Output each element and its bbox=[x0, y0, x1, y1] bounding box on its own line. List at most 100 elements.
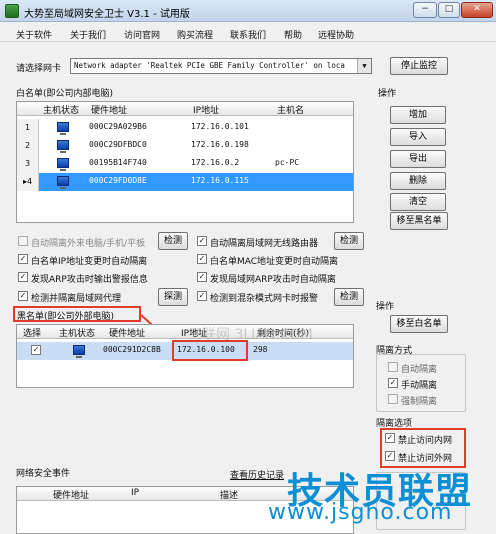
menu-about-software[interactable]: 关于软件 bbox=[16, 28, 52, 41]
col-host-status[interactable]: 主机状态 bbox=[59, 326, 95, 339]
computer-icon bbox=[57, 140, 69, 153]
ops-title: 操作 bbox=[378, 89, 397, 99]
row-number: 3 bbox=[17, 155, 39, 173]
row-ip: 172.16.0.198 bbox=[191, 140, 249, 149]
menu-about-us[interactable]: 关于我们 bbox=[70, 28, 106, 41]
blacklist-title: 黑名单(即公司外部电脑) bbox=[17, 312, 115, 322]
site-url-watermark: www.jsgho.com bbox=[268, 500, 453, 525]
app-icon bbox=[5, 4, 19, 18]
adapter-label: 请选择网卡 bbox=[16, 64, 62, 74]
menu-help[interactable]: 帮助 bbox=[284, 28, 302, 41]
computer-icon bbox=[57, 122, 69, 135]
option-label: 检测并隔离局域网代理 bbox=[31, 294, 122, 304]
col-select[interactable]: 选择 bbox=[23, 326, 41, 339]
option-label: 检测到混杂模式网卡时报警 bbox=[210, 294, 319, 304]
col-description[interactable]: 描述 bbox=[220, 488, 238, 501]
row-mac: 000C291D2C8B bbox=[103, 345, 161, 354]
row-number: 1 bbox=[17, 119, 39, 137]
whitelist-title: 白名单(即公司内部电脑) bbox=[16, 89, 114, 99]
row-mac: 00195B14F740 bbox=[89, 158, 147, 167]
delete-button[interactable]: 删除 bbox=[390, 172, 446, 190]
table-row[interactable]: 3 00195B14F740 172.16.0.2 pc-PC bbox=[17, 155, 353, 173]
table-row-selected[interactable]: ▸4 000C29FD0D8E 172.16.0.115 bbox=[17, 173, 353, 191]
adapter-select[interactable]: Network adapter 'Realtek PCIe GBE Family… bbox=[70, 58, 372, 74]
checkbox-promiscuous-alert[interactable]: ✓ bbox=[197, 291, 207, 301]
row-remaining: 298 bbox=[253, 345, 268, 354]
close-button[interactable]: ✕ bbox=[461, 2, 493, 18]
col-hostname[interactable]: 主机名 bbox=[277, 103, 304, 116]
stop-monitor-button[interactable]: 停止监控 bbox=[390, 57, 448, 75]
checkbox-arp-alert[interactable]: ✓ bbox=[18, 272, 28, 282]
row-ip: 172.16.0.2 bbox=[191, 158, 240, 167]
events-title: 网络安全事件 bbox=[16, 469, 71, 479]
col-ip[interactable]: IP bbox=[131, 488, 139, 498]
table-row[interactable]: 2 000C29DFBDC0 172.16.0.198 bbox=[17, 137, 353, 155]
whitelist-header: 主机状态 硬件地址 IP地址 主机名 bbox=[17, 102, 353, 116]
row-mac: 000C29FD0D8E bbox=[89, 176, 147, 185]
window-title: 大势至局域网安全卫士 V3.1 - 试用版 bbox=[24, 9, 190, 20]
col-ip[interactable]: IP地址 bbox=[193, 103, 219, 116]
checkbox-isolate-proxy[interactable]: ✓ bbox=[18, 291, 28, 301]
checkbox-isolate-wireless-router[interactable]: ✓ bbox=[197, 236, 207, 246]
add-button[interactable]: 增加 bbox=[390, 106, 446, 124]
export-button[interactable]: 导出 bbox=[390, 150, 446, 168]
col-host-status[interactable]: 主机状态 bbox=[43, 103, 79, 116]
ops-title: 操作 bbox=[376, 302, 395, 312]
checkbox-isolate-foreign-devices[interactable] bbox=[18, 236, 28, 246]
minimize-button[interactable]: − bbox=[413, 2, 437, 18]
col-mac[interactable]: 硬件地址 bbox=[53, 488, 89, 501]
whitelist-grid[interactable]: 主机状态 硬件地址 IP地址 主机名 1 000C29A029B6 172.16… bbox=[16, 101, 354, 223]
table-row[interactable]: 1 000C29A029B6 172.16.0.101 bbox=[17, 119, 353, 137]
detect-button[interactable]: 检测 bbox=[334, 288, 364, 306]
clear-button[interactable]: 清空 bbox=[390, 193, 446, 211]
row-select-checkbox[interactable]: ✓ bbox=[31, 345, 41, 355]
move-to-whitelist-button[interactable]: 移至白名单 bbox=[390, 315, 448, 333]
site-watermark: 三联网 3LIAN.COM bbox=[188, 327, 313, 343]
import-button[interactable]: 导入 bbox=[390, 128, 446, 146]
row-ip: 172.16.0.115 bbox=[191, 176, 249, 185]
adapter-value: Network adapter 'Realtek PCIe GBE Family… bbox=[74, 61, 345, 70]
menu-remote-assist[interactable]: 远程协助 bbox=[318, 28, 354, 41]
view-history-link[interactable]: 查看历史记录 bbox=[230, 468, 284, 481]
block-internet-checkbox[interactable]: ✓ bbox=[385, 451, 395, 461]
computer-icon bbox=[57, 176, 69, 189]
force-isolation-label: 强制隔离 bbox=[401, 397, 438, 407]
option-label: 白名单IP地址变更时自动隔离 bbox=[31, 257, 148, 267]
menu-official-site[interactable]: 访问官网 bbox=[124, 28, 160, 41]
row-ip: 172.16.0.100 bbox=[177, 345, 235, 354]
option-label: 自动隔离外来电脑/手机/平板 bbox=[31, 239, 146, 249]
chevron-down-icon[interactable]: ▼ bbox=[357, 59, 371, 73]
computer-icon bbox=[57, 158, 69, 171]
auto-isolation-checkbox[interactable] bbox=[388, 362, 398, 372]
probe-button[interactable]: 探测 bbox=[158, 288, 188, 306]
checkbox-mac-change-isolate[interactable]: ✓ bbox=[197, 254, 207, 264]
block-intranet-label: 禁止访问内网 bbox=[398, 436, 453, 446]
option-label: 自动隔离局域网无线路由器 bbox=[210, 239, 319, 249]
menu-contact[interactable]: 联系我们 bbox=[230, 28, 266, 41]
move-to-blacklist-button[interactable]: 移至黑名单 bbox=[390, 212, 448, 230]
detect-button[interactable]: 检测 bbox=[158, 232, 188, 250]
row-number: 2 bbox=[17, 137, 39, 155]
option-label: 发现ARP攻击时输出警报信息 bbox=[31, 275, 148, 285]
checkbox-arp-isolate[interactable]: ✓ bbox=[197, 272, 207, 282]
table-row[interactable]: ✓ 000C291D2C8B 172.16.0.100 298 bbox=[17, 340, 353, 361]
row-mac: 000C29DFBDC0 bbox=[89, 140, 147, 149]
option-label: 白名单MAC地址变更时自动隔离 bbox=[210, 257, 339, 267]
row-host: pc-PC bbox=[275, 158, 300, 167]
manual-isolation-checkbox[interactable]: ✓ bbox=[388, 378, 398, 388]
col-mac[interactable]: 硬件地址 bbox=[91, 103, 127, 116]
manual-isolation-label: 手动隔离 bbox=[401, 381, 438, 391]
row-number: ▸4 bbox=[17, 173, 39, 191]
detect-button[interactable]: 检测 bbox=[334, 232, 364, 250]
block-intranet-checkbox[interactable]: ✓ bbox=[385, 433, 395, 443]
force-isolation-checkbox[interactable] bbox=[388, 394, 398, 404]
computer-icon bbox=[73, 345, 85, 358]
menu-purchase[interactable]: 购买流程 bbox=[177, 28, 213, 41]
row-ip: 172.16.0.101 bbox=[191, 122, 249, 131]
row-mac: 000C29A029B6 bbox=[89, 122, 147, 131]
option-label: 发现局域网ARP攻击时自动隔离 bbox=[210, 275, 336, 285]
maximize-button[interactable]: □ bbox=[438, 2, 460, 18]
checkbox-ip-change-isolate[interactable]: ✓ bbox=[18, 254, 28, 264]
auto-isolation-label: 自动隔离 bbox=[401, 365, 438, 375]
col-mac[interactable]: 硬件地址 bbox=[109, 326, 145, 339]
